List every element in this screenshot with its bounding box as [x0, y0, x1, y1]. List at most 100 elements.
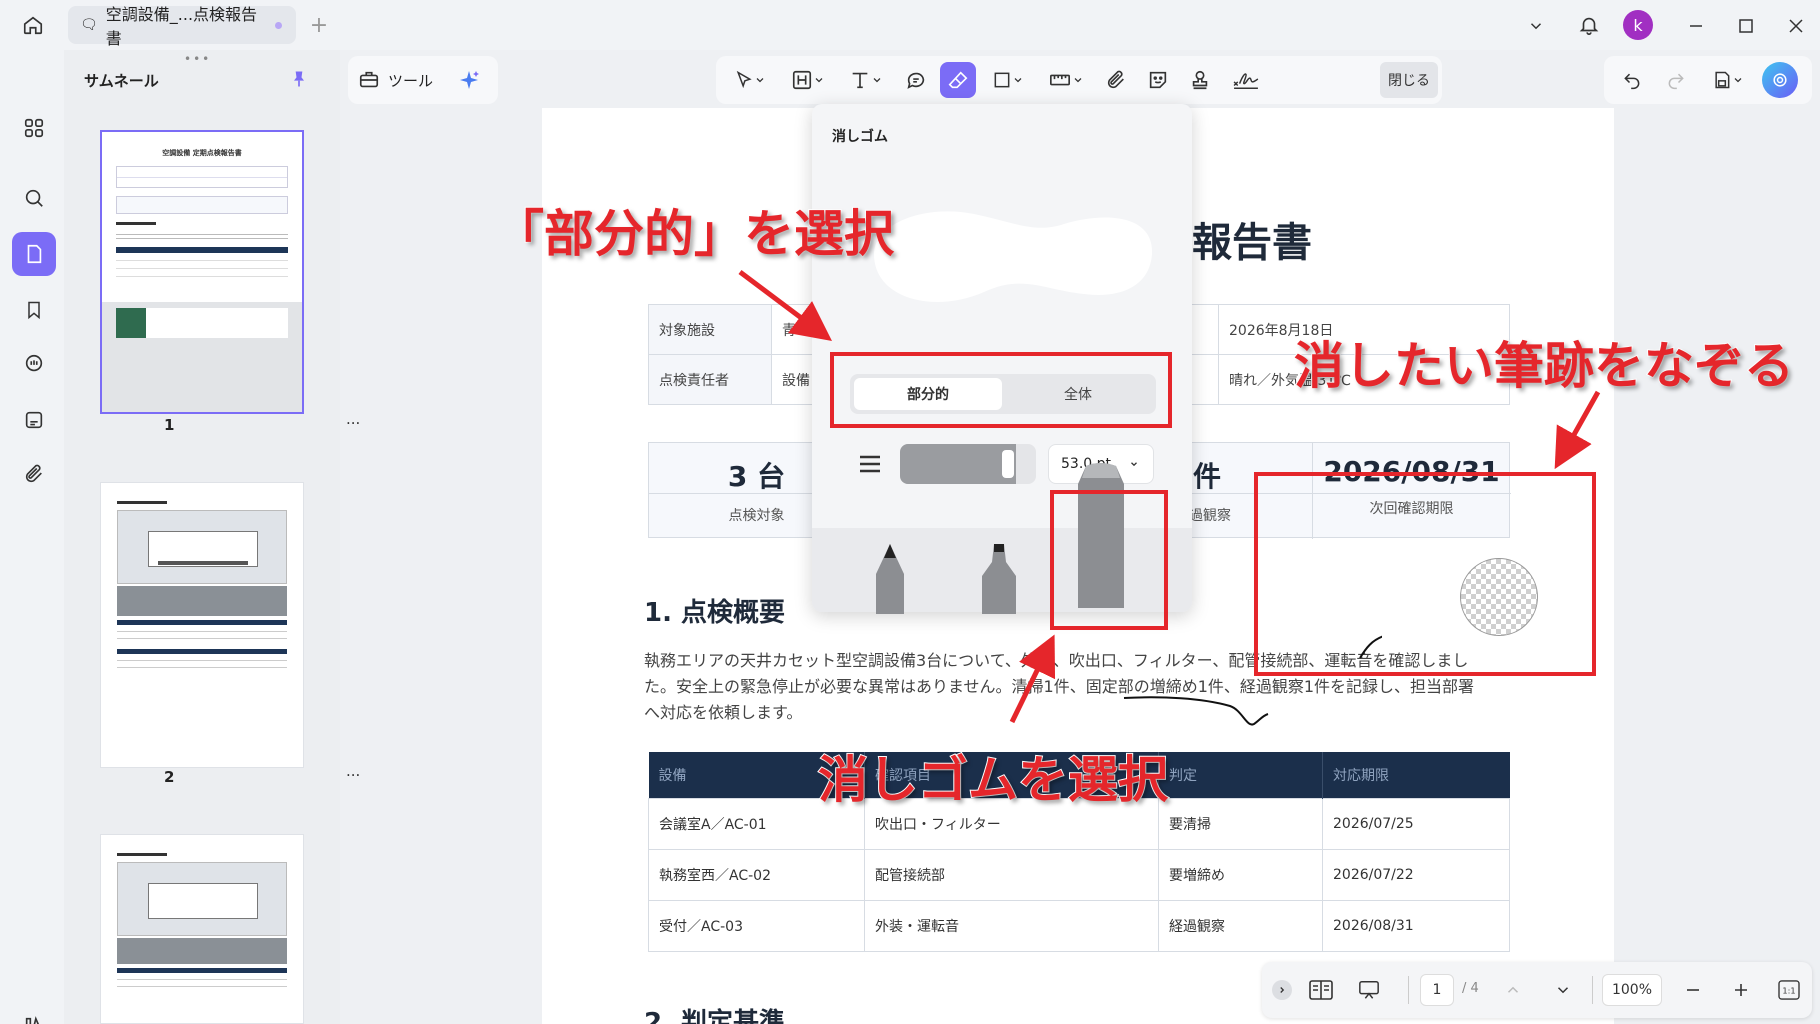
chevron-down-icon	[1131, 462, 1137, 467]
minimize-icon[interactable]	[1682, 12, 1710, 40]
eraser-preview	[874, 211, 1153, 303]
notification-bell-icon[interactable]	[1574, 10, 1604, 40]
zoom-in-icon[interactable]	[1726, 976, 1756, 1004]
reading-mode-icon[interactable]	[1306, 976, 1336, 1004]
page-thumbnail-1[interactable]: 空調設備 定期点検報告書	[100, 130, 304, 414]
close-toolbar-button[interactable]: 閉じる	[1380, 62, 1438, 98]
toolbox-icon	[359, 71, 379, 88]
page-more-button-2[interactable]: ...	[346, 762, 360, 780]
zoom-level[interactable]: 100%	[1602, 974, 1662, 1006]
textbox-tool-button[interactable]	[782, 62, 834, 98]
tools-card: ツール	[348, 56, 498, 104]
tab-title: 空調設備_...点検報告書	[105, 5, 258, 48]
sticker-tool-button[interactable]	[1140, 62, 1176, 98]
eraser-size-slider[interactable]	[900, 444, 1036, 484]
slider-fill	[900, 444, 1016, 484]
presentation-icon[interactable]	[1354, 976, 1384, 1004]
undo-icon	[1624, 73, 1640, 90]
table-row: 受付／AC-03 外装・運転音 経過観察 2026/08/31	[648, 899, 1510, 952]
table-header: 対応期限	[1333, 767, 1389, 784]
search-icon[interactable]	[12, 176, 56, 220]
avatar[interactable]: k	[1623, 10, 1653, 40]
annotation-toolbar: 閉じる	[716, 56, 1442, 104]
paperclip-icon	[1107, 70, 1124, 89]
comment-tool-button[interactable]	[898, 62, 934, 98]
pin-icon[interactable]	[286, 66, 312, 92]
library-icon[interactable]	[12, 1004, 56, 1024]
ai-assistant-button[interactable]	[1762, 62, 1798, 98]
chevron-down-icon	[1014, 78, 1022, 83]
bookmark-icon[interactable]	[12, 288, 56, 332]
redo-button[interactable]	[1658, 62, 1694, 98]
home-icon[interactable]	[16, 8, 50, 42]
cursor-icon	[736, 70, 752, 89]
expand-icon[interactable]	[1272, 980, 1292, 1000]
page-number-1: 1	[164, 416, 175, 434]
textbox-icon	[792, 70, 812, 90]
next-page-icon[interactable]	[1548, 976, 1578, 1004]
shape-tool-button[interactable]	[982, 62, 1034, 98]
chevron-down-icon[interactable]	[1522, 12, 1550, 40]
document-tab[interactable]: 🗨 空調設備_...点検報告書	[68, 5, 296, 48]
stamp-tool-button[interactable]	[1182, 62, 1218, 98]
ruler-icon	[1050, 74, 1070, 86]
unsaved-dot	[275, 21, 282, 29]
prev-page-icon[interactable]	[1498, 976, 1528, 1004]
highlight-eraser-type	[1050, 490, 1168, 630]
close-window-icon[interactable]	[1782, 12, 1810, 40]
callout-trace-strokes: 消したい筆跡をなぞる	[1293, 336, 1795, 396]
marker-eraser-icon[interactable]	[976, 544, 1022, 614]
page-thumbnail-3[interactable]	[100, 834, 304, 1024]
eraser-tool-button[interactable]	[940, 62, 976, 98]
page-more-button-1[interactable]: ...	[346, 410, 360, 428]
pencil-eraser-icon[interactable]	[870, 544, 910, 614]
eraser-popup-title: 消しゴム	[832, 129, 888, 145]
page-number-input[interactable]: 1	[1420, 974, 1454, 1006]
page-number-2: 2	[164, 768, 175, 786]
signature-icon	[1233, 73, 1259, 89]
slider-knob[interactable]	[1001, 450, 1014, 478]
section1-heading: 1. 点検概要	[644, 598, 786, 628]
redo-icon	[1668, 73, 1684, 90]
paperclip-icon[interactable]	[12, 452, 56, 496]
left-rail	[0, 50, 64, 1024]
title-bar: 🗨 空調設備_...点検報告書 + k	[0, 0, 1820, 50]
select-tool-button[interactable]	[724, 62, 776, 98]
table-header: 判定	[1158, 752, 1323, 798]
thumbnails-page-icon[interactable]	[12, 232, 56, 276]
chevron-down-icon	[1074, 78, 1082, 83]
comment-bubble-icon	[907, 72, 925, 89]
sticker-icon	[1149, 71, 1167, 89]
attachments-list-icon[interactable]	[12, 398, 56, 442]
thumbnail-panel: ••• サムネール 空調設備 定期点検報告書 1 ... 2 ...	[64, 50, 360, 1024]
history-toolbar	[1604, 56, 1812, 104]
text-tool-button[interactable]	[840, 62, 892, 98]
new-tab-icon[interactable]: +	[306, 12, 332, 38]
page-nav-bar: 1 / 4 100% 1:1	[1262, 962, 1812, 1018]
table-row: 執務室西／AC-02 配管接続部 要増締め 2026/07/22	[648, 848, 1510, 901]
rectangle-icon	[994, 72, 1010, 88]
zoom-out-icon[interactable]	[1678, 976, 1708, 1004]
info-label: 点検責任者	[648, 354, 772, 405]
save-button[interactable]	[1702, 62, 1754, 98]
comment-icon: 🗨	[80, 17, 98, 33]
undo-button[interactable]	[1614, 62, 1650, 98]
chevron-down-icon	[1734, 78, 1742, 83]
signature-tool-button[interactable]	[1224, 62, 1268, 98]
tools-button[interactable]: ツール	[358, 62, 433, 98]
measure-tool-button[interactable]	[1040, 62, 1092, 98]
stamp-icon	[1192, 70, 1208, 90]
attach-tool-button[interactable]	[1098, 62, 1134, 98]
page-thumbnail-2[interactable]	[100, 482, 304, 768]
maximize-icon[interactable]	[1732, 12, 1760, 40]
chevron-down-icon	[815, 78, 823, 83]
panel-resize-handle[interactable]: •••	[184, 52, 211, 66]
comments-icon[interactable]	[12, 342, 56, 386]
apps-grid-icon[interactable]	[12, 106, 56, 150]
chevron-down-icon	[756, 78, 764, 83]
ai-sparkle-icon[interactable]	[454, 66, 484, 96]
ai-assistant-icon	[1773, 73, 1787, 87]
text-icon	[852, 72, 868, 89]
actual-size-icon[interactable]: 1:1	[1774, 976, 1804, 1004]
document-title: 報告書	[1192, 220, 1312, 266]
